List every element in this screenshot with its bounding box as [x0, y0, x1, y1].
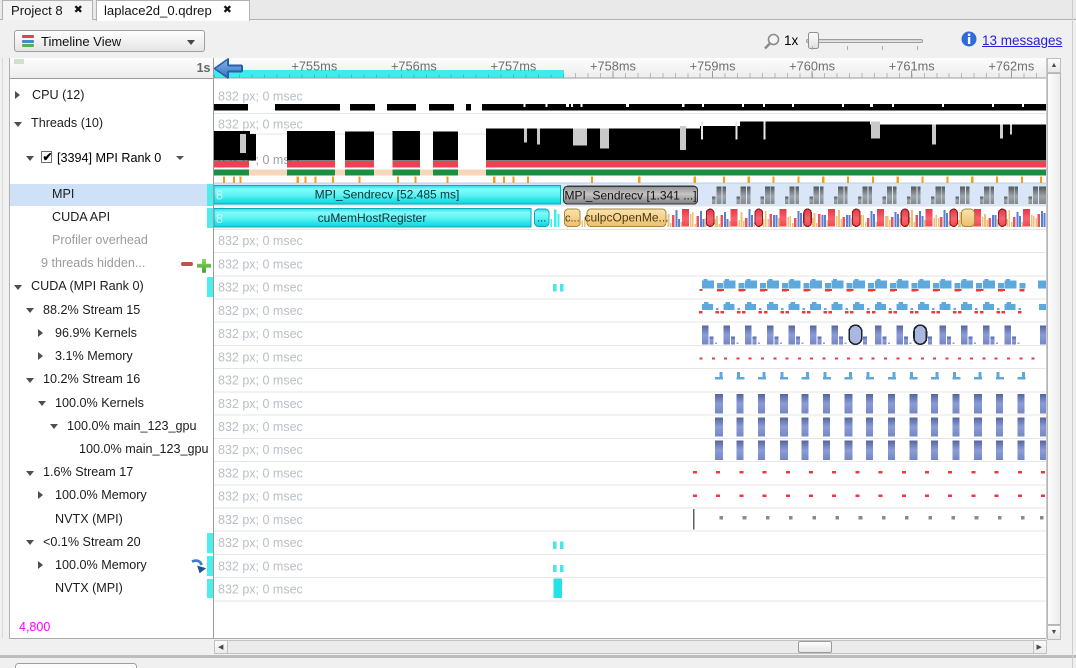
svg-text:+757ms: +757ms — [490, 59, 536, 74]
svg-text:832 px; 0 msec: 832 px; 0 msec — [218, 234, 303, 248]
svg-text:MPI_Sendrecv [52.485 ms]: MPI_Sendrecv [52.485 ms] — [315, 188, 460, 202]
svg-text:832 px; 0 msec: 832 px; 0 msec — [218, 258, 303, 272]
svg-text:832 px; 0 msec: 832 px; 0 msec — [218, 490, 303, 504]
svg-text:+760ms: +760ms — [789, 59, 835, 74]
svg-text:+759ms: +759ms — [690, 59, 736, 74]
svg-text:832 px; 0 msec: 832 px; 0 msec — [218, 281, 303, 295]
svg-text:832 px; 0 msec: 832 px; 0 msec — [218, 583, 303, 597]
svg-text:832 px; 0 msec: 832 px; 0 msec — [218, 420, 303, 434]
svg-text:+762ms: +762ms — [988, 59, 1034, 74]
svg-text:...: ... — [537, 213, 546, 225]
svg-text:c...: c... — [565, 213, 580, 225]
svg-text:MPI_Sendrecv [1.341 ...]: MPI_Sendrecv [1.341 ...] — [564, 189, 696, 203]
svg-text:832 px; 0 msec: 832 px; 0 msec — [218, 536, 303, 550]
svg-text:8: 8 — [216, 212, 223, 226]
svg-text:832 px; 0 msec: 832 px; 0 msec — [218, 327, 303, 341]
svg-text:832 px; 0 msec: 832 px; 0 msec — [218, 374, 303, 388]
svg-text:832 px; 0 msec: 832 px; 0 msec — [218, 443, 303, 457]
svg-text:culpcOpenMe...: culpcOpenMe... — [584, 211, 668, 225]
svg-text:832 px; 0 msec: 832 px; 0 msec — [218, 466, 303, 480]
svg-text:832 px; 0 msec: 832 px; 0 msec — [218, 118, 303, 132]
svg-text:832 px; 0 msec: 832 px; 0 msec — [218, 350, 303, 364]
svg-text:+758ms: +758ms — [590, 59, 636, 74]
svg-text:+755ms: +755ms — [291, 59, 337, 74]
svg-text:cuMemHostRegister: cuMemHostRegister — [318, 211, 427, 225]
svg-text:832 px; 0 msec: 832 px; 0 msec — [218, 559, 303, 573]
svg-text:+761ms: +761ms — [889, 59, 935, 74]
svg-text:832 px; 0 msec: 832 px; 0 msec — [218, 513, 303, 527]
svg-text:+756ms: +756ms — [391, 59, 437, 74]
svg-text:832 px; 0 msec: 832 px; 0 msec — [218, 304, 303, 318]
svg-text:832 px; 0 msec: 832 px; 0 msec — [218, 397, 303, 411]
svg-text:8: 8 — [216, 189, 223, 203]
svg-text:832 px; 0 msec: 832 px; 0 msec — [218, 89, 303, 103]
